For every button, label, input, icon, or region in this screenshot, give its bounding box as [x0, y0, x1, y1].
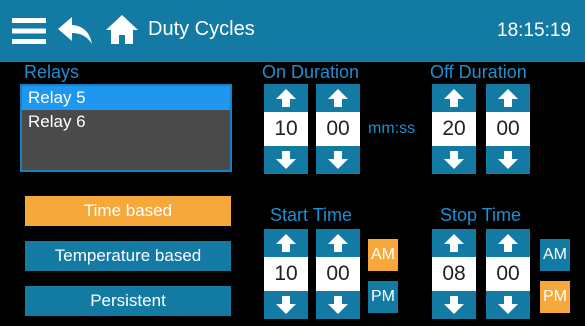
- duration-unit-label: mm:ss: [368, 120, 416, 137]
- arrow-up-icon: [498, 234, 518, 252]
- stop-pm-button[interactable]: PM: [540, 281, 570, 313]
- start-minutes-down-button[interactable]: [316, 291, 360, 319]
- off-minutes-down-button[interactable]: [432, 146, 476, 174]
- arrow-down-icon: [498, 151, 518, 169]
- arrow-up-icon: [328, 234, 348, 252]
- stop-am-button[interactable]: AM: [540, 239, 570, 271]
- start-hours-stepper: 10: [264, 229, 308, 319]
- arrow-down-icon: [276, 296, 296, 314]
- arrow-up-icon: [328, 89, 348, 107]
- stop-minutes-down-button[interactable]: [486, 291, 530, 319]
- arrow-up-icon: [276, 234, 296, 252]
- on-seconds-up-button[interactable]: [316, 84, 360, 112]
- clock-display: 18:15:19: [497, 20, 571, 41]
- stop-hours-stepper: 08: [432, 229, 476, 319]
- relays-label: Relays: [24, 62, 80, 82]
- arrow-down-icon: [444, 151, 464, 169]
- on-duration-minutes-stepper: 10: [264, 84, 308, 174]
- off-minutes-value[interactable]: 20: [432, 112, 476, 146]
- arrow-down-icon: [498, 296, 518, 314]
- on-minutes-value[interactable]: 10: [264, 112, 308, 146]
- on-minutes-down-button[interactable]: [264, 146, 308, 174]
- persistent-button[interactable]: Persistent: [25, 286, 231, 316]
- on-minutes-up-button[interactable]: [264, 84, 308, 112]
- off-duration-seconds-stepper: 00: [486, 84, 530, 174]
- start-hours-value[interactable]: 10: [264, 257, 308, 291]
- arrow-down-icon: [444, 296, 464, 314]
- header-bar: Duty Cycles 18:15:19: [0, 0, 585, 62]
- on-duration-seconds-stepper: 00: [316, 84, 360, 174]
- arrow-up-icon: [498, 89, 518, 107]
- start-minutes-value[interactable]: 00: [316, 257, 360, 291]
- off-seconds-value[interactable]: 00: [486, 112, 530, 146]
- start-hours-down-button[interactable]: [264, 291, 308, 319]
- off-minutes-up-button[interactable]: [432, 84, 476, 112]
- time-based-button[interactable]: Time based: [25, 196, 231, 226]
- arrow-down-icon: [276, 151, 296, 169]
- stop-minutes-up-button[interactable]: [486, 229, 530, 257]
- back-icon[interactable]: [58, 14, 94, 53]
- stop-time-label: Stop Time: [440, 205, 522, 225]
- on-duration-label: On Duration: [262, 62, 360, 82]
- page-title: Duty Cycles: [148, 18, 255, 40]
- on-seconds-down-button[interactable]: [316, 146, 360, 174]
- home-icon[interactable]: [104, 12, 140, 53]
- arrow-down-icon: [328, 151, 348, 169]
- stop-minutes-stepper: 00: [486, 229, 530, 319]
- start-minutes-up-button[interactable]: [316, 229, 360, 257]
- off-duration-label: Off Duration: [430, 62, 527, 82]
- on-seconds-value[interactable]: 00: [316, 112, 360, 146]
- relay-list: Relay 5 Relay 6: [20, 84, 232, 172]
- stop-hours-down-button[interactable]: [432, 291, 476, 319]
- stop-minutes-value[interactable]: 00: [486, 257, 530, 291]
- menu-icon[interactable]: [12, 16, 46, 51]
- start-am-button[interactable]: AM: [368, 239, 398, 271]
- start-hours-up-button[interactable]: [264, 229, 308, 257]
- temperature-based-button[interactable]: Temperature based: [25, 241, 231, 271]
- relay-item-relay-5[interactable]: Relay 5: [22, 86, 230, 110]
- relay-item-relay-6[interactable]: Relay 6: [22, 110, 230, 134]
- arrow-up-icon: [444, 234, 464, 252]
- start-minutes-stepper: 00: [316, 229, 360, 319]
- arrow-up-icon: [444, 89, 464, 107]
- stop-hours-up-button[interactable]: [432, 229, 476, 257]
- off-seconds-down-button[interactable]: [486, 146, 530, 174]
- off-seconds-up-button[interactable]: [486, 84, 530, 112]
- off-duration-minutes-stepper: 20: [432, 84, 476, 174]
- arrow-up-icon: [276, 89, 296, 107]
- start-pm-button[interactable]: PM: [368, 281, 398, 313]
- start-time-label: Start Time: [270, 205, 353, 225]
- stop-hours-value[interactable]: 08: [432, 257, 476, 291]
- arrow-down-icon: [328, 296, 348, 314]
